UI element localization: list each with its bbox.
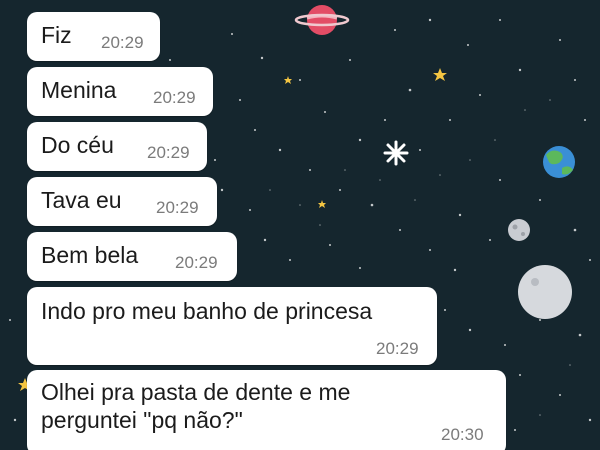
message-timestamp: 20:29 bbox=[153, 88, 196, 107]
message-bubble[interactable]: Indo pro meu banho de princesa 20:29 bbox=[27, 287, 437, 365]
message-text: Indo pro meu banho de princesa bbox=[41, 298, 373, 324]
message-text: Menina bbox=[41, 77, 117, 103]
message-timestamp: 20:29 bbox=[101, 33, 144, 52]
star-icon bbox=[383, 140, 409, 166]
message-timestamp: 20:29 bbox=[175, 253, 218, 272]
message-bubble[interactable]: Fiz 20:29 bbox=[27, 12, 160, 61]
message-timestamp: 20:29 bbox=[147, 143, 190, 162]
message-bubble[interactable]: Bem bela 20:29 bbox=[27, 232, 237, 281]
message-text: Tava eu bbox=[41, 187, 122, 213]
message-text: Bem bela bbox=[41, 242, 139, 268]
planet-icon bbox=[518, 265, 572, 319]
message-text: Fiz bbox=[41, 22, 72, 48]
message-text: Olhei pra pasta de dente e me perguntei … bbox=[41, 379, 351, 433]
message-bubble[interactable]: Olhei pra pasta de dente e me perguntei … bbox=[27, 370, 506, 450]
moon-icon bbox=[508, 219, 530, 241]
message-bubble[interactable]: Menina 20:29 bbox=[27, 67, 213, 116]
message-bubble[interactable]: Tava eu 20:29 bbox=[27, 177, 217, 226]
message-timestamp: 20:29 bbox=[376, 339, 419, 358]
message-timestamp: 20:29 bbox=[156, 198, 199, 217]
message-text: Do céu bbox=[41, 132, 114, 158]
message-timestamp: 20:30 bbox=[441, 425, 484, 444]
earth-icon bbox=[543, 146, 575, 178]
message-bubble[interactable]: Do céu 20:29 bbox=[27, 122, 207, 171]
